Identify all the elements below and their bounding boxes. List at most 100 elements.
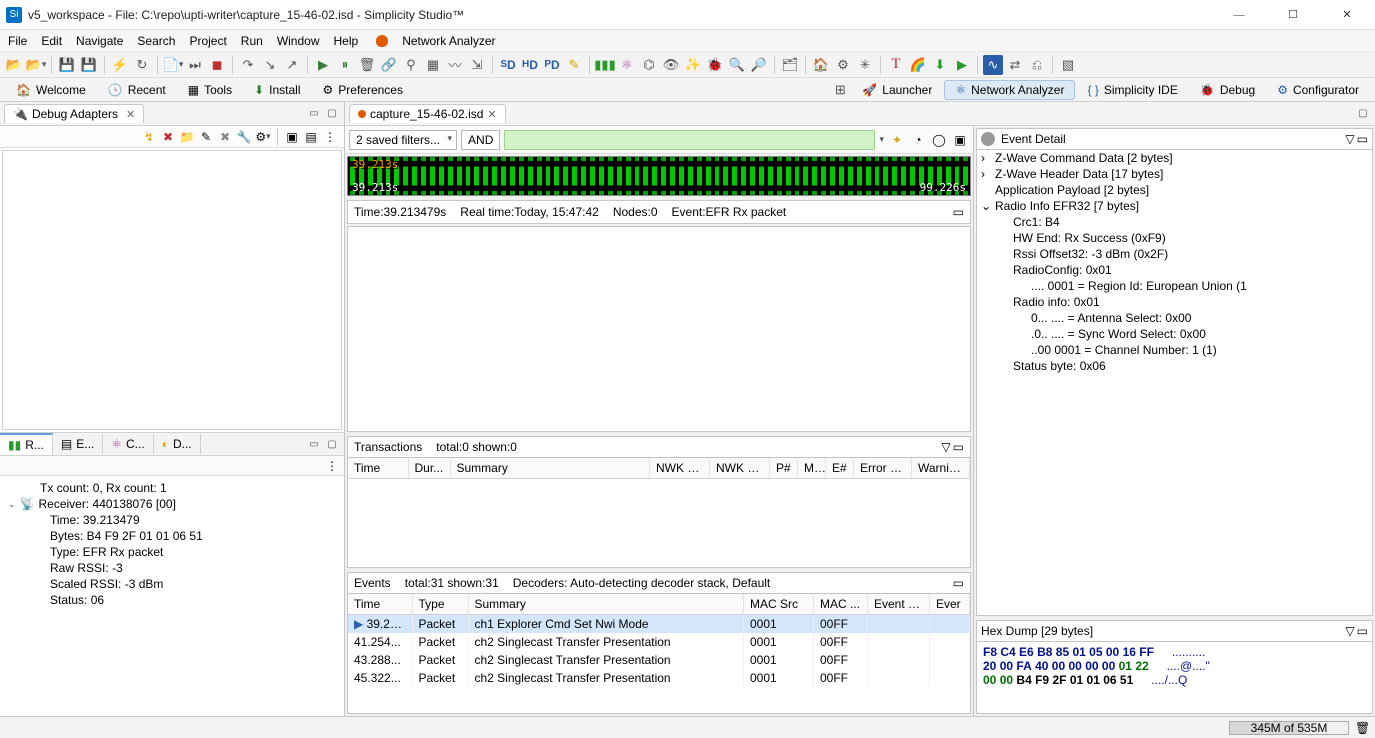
filter-apply-icon[interactable]: ✦ — [888, 131, 906, 149]
filter-icon[interactable]: ⚲ — [401, 55, 421, 75]
menu-edit[interactable]: Edit — [41, 34, 62, 48]
maximize-editor-icon[interactable]: ▢ — [1355, 106, 1371, 122]
gc-trash-icon[interactable]: 🗑 — [1355, 721, 1369, 735]
tree-line[interactable]: .0.. .... = Sync Word Select: 0x00 — [977, 326, 1372, 342]
table-icon[interactable]: ▦ — [423, 55, 443, 75]
refresh-icon[interactable]: ↻ — [132, 55, 152, 75]
table-row[interactable]: 43.288...Packetch2 Singlecast Transfer P… — [348, 651, 970, 669]
chevron-down-icon[interactable]: ⌄ — [8, 499, 16, 510]
tree-line[interactable]: ›Z-Wave Header Data [17 bytes] — [977, 166, 1372, 182]
menu-search[interactable]: Search — [137, 34, 175, 48]
network-analyzer-perspective[interactable]: ⚛Network Analyzer — [944, 80, 1075, 100]
install-button[interactable]: ⬇Install — [244, 81, 310, 99]
maximize-icon[interactable]: ▭ — [953, 576, 964, 590]
edit-icon[interactable]: ✎ — [198, 129, 214, 145]
wave-icon[interactable]: ∿ — [983, 55, 1003, 75]
tree-line[interactable]: ..00 0001 = Channel Number: 1 (1) — [977, 342, 1372, 358]
column-header[interactable]: P# — [770, 458, 798, 479]
column-header[interactable]: Ever — [930, 594, 970, 615]
maximize-view-icon[interactable]: ▢ — [324, 436, 340, 452]
rainbow-icon[interactable]: 🌈 — [908, 55, 928, 75]
tools-button[interactable]: ▦Tools — [178, 81, 242, 99]
card-icon[interactable]: 🗂 — [780, 55, 800, 75]
beetle-icon[interactable]: 🐞 — [705, 55, 725, 75]
tree-line[interactable]: Status byte: 0x06 — [977, 358, 1372, 374]
maximize-view-icon[interactable]: ▢ — [324, 106, 340, 122]
column-header[interactable]: E# — [826, 458, 854, 479]
collapse-icon[interactable]: ▣ — [284, 129, 300, 145]
tab-e[interactable]: ▤E... — [53, 434, 103, 454]
timeline-waveform[interactable]: 39.213s 39.213s 99.226s — [347, 156, 971, 196]
tree-line[interactable]: RadioConfig: 0x01 — [977, 262, 1372, 278]
event-detail-tree[interactable]: ›Z-Wave Command Data [2 bytes]›Z-Wave He… — [976, 150, 1373, 616]
minimize-icon[interactable]: ▭ — [953, 205, 964, 219]
pd-icon[interactable]: PD — [542, 55, 562, 75]
tab-d[interactable]: ◐D... — [154, 434, 201, 454]
trash-icon[interactable]: 🗑 — [357, 55, 377, 75]
chart-icon[interactable]: 〰 — [445, 55, 465, 75]
receiver-node[interactable]: ⌄ 📡 Receiver: 440138076 [00] — [0, 496, 344, 512]
record-stop-icon[interactable]: ⏸ — [335, 55, 355, 75]
folder-icon[interactable]: 📁 — [179, 129, 195, 145]
column-header[interactable]: M# — [798, 458, 826, 479]
column-header[interactable]: Warnin... — [912, 458, 970, 479]
export-icon[interactable]: ⇲ — [467, 55, 487, 75]
link-icon[interactable]: 🔗 — [379, 55, 399, 75]
hex-row[interactable]: 00 00 B4 F9 2F 01 01 06 51..../...Q — [983, 673, 1366, 687]
simplicity-ide-perspective[interactable]: { }Simplicity IDE — [1077, 81, 1187, 99]
blocks-icon[interactable]: ▧ — [1058, 55, 1078, 75]
radio-info-tree[interactable]: Tx count: 0, Rx count: 1 ⌄ 📡 Receiver: 4… — [0, 476, 344, 716]
table-row[interactable]: ▶ 39.213...Packetch1 Explorer Cmd Set Nw… — [348, 615, 970, 634]
configurator-perspective[interactable]: ⚙Configurator — [1267, 81, 1369, 99]
tree-line[interactable]: ⌄Radio Info EFR32 [7 bytes] — [977, 198, 1372, 214]
menu-icon[interactable]: ⋮ — [326, 459, 338, 473]
close-button[interactable]: ✕ — [1329, 3, 1365, 27]
wand-icon[interactable]: ✨ — [683, 55, 703, 75]
minimize-view-icon[interactable]: ▭ — [306, 436, 322, 452]
expand-icon[interactable]: ▤ — [303, 129, 319, 145]
hex-row[interactable]: F8 C4 E6 B8 85 01 05 00 16 FF.......... — [983, 645, 1366, 659]
recent-button[interactable]: 🕓Recent — [98, 81, 176, 99]
tree-line[interactable]: Crc1: B4 — [977, 214, 1372, 230]
minimize-icon[interactable]: ▽ — [941, 440, 950, 454]
close-editor-icon[interactable]: ✕ — [487, 108, 496, 121]
filter-input[interactable] — [504, 130, 875, 150]
hex-dump-body[interactable]: F8 C4 E6 B8 85 01 05 00 16 FF..........2… — [976, 642, 1373, 714]
record-icon[interactable]: ▶ — [313, 55, 333, 75]
chevron-right-icon[interactable]: › — [981, 167, 985, 181]
hd-icon[interactable]: HD — [520, 55, 540, 75]
highlight-icon[interactable]: ✎ — [564, 55, 584, 75]
filter-clear-icon[interactable]: ◯ — [930, 131, 948, 149]
filter-history-icon[interactable]: ▾ — [879, 134, 884, 145]
chevron-down-icon[interactable]: ⌄ — [981, 199, 991, 213]
chevron-right-icon[interactable]: › — [981, 151, 985, 165]
tree-line[interactable]: Radio info: 0x01 — [977, 294, 1372, 310]
tree-line[interactable]: .... 0001 = Region Id: European Union (1 — [977, 278, 1372, 294]
column-header[interactable]: Time — [348, 458, 408, 479]
menu-file[interactable]: File — [8, 34, 27, 48]
editor-tab-capture[interactable]: capture_15-46-02.isd ✕ — [349, 104, 506, 123]
minimize-button[interactable]: — — [1221, 3, 1257, 27]
table-row[interactable]: 41.254...Packetch2 Singlecast Transfer P… — [348, 633, 970, 651]
menu-window[interactable]: Window — [277, 34, 320, 48]
column-header[interactable]: Event er... — [868, 594, 930, 615]
column-header[interactable]: NWK Src — [650, 458, 710, 479]
column-header[interactable]: MAC ... — [814, 594, 868, 615]
debug-perspective[interactable]: 🐞Debug — [1190, 81, 1265, 99]
menu-navigate[interactable]: Navigate — [76, 34, 123, 48]
refresh-icon[interactable]: ↯ — [141, 129, 157, 145]
step-out-icon[interactable]: ↗ — [282, 55, 302, 75]
wrench-icon[interactable]: 🔧 — [236, 129, 252, 145]
cog-icon[interactable]: ✳ — [855, 55, 875, 75]
tab-r[interactable]: ▮▮R... — [0, 433, 53, 455]
collapse-icon[interactable]: ▽ — [1345, 132, 1354, 146]
transactions-table[interactable]: TimeDur...SummaryNWK SrcNWK D...P#M#E#Er… — [347, 458, 971, 568]
column-header[interactable]: Type — [412, 594, 468, 615]
stop-icon[interactable]: ◼ — [207, 55, 227, 75]
step-into-icon[interactable]: ↘ — [260, 55, 280, 75]
tree-line[interactable]: Rssi Offset32: -3 dBm (0x2F) — [977, 246, 1372, 262]
close-tab-icon[interactable]: ✕ — [126, 108, 135, 121]
maximize-icon[interactable]: ▭ — [1357, 132, 1368, 146]
delete-icon[interactable]: ✖ — [217, 129, 233, 145]
open-dropdown-icon[interactable]: 📂▾ — [26, 55, 46, 75]
